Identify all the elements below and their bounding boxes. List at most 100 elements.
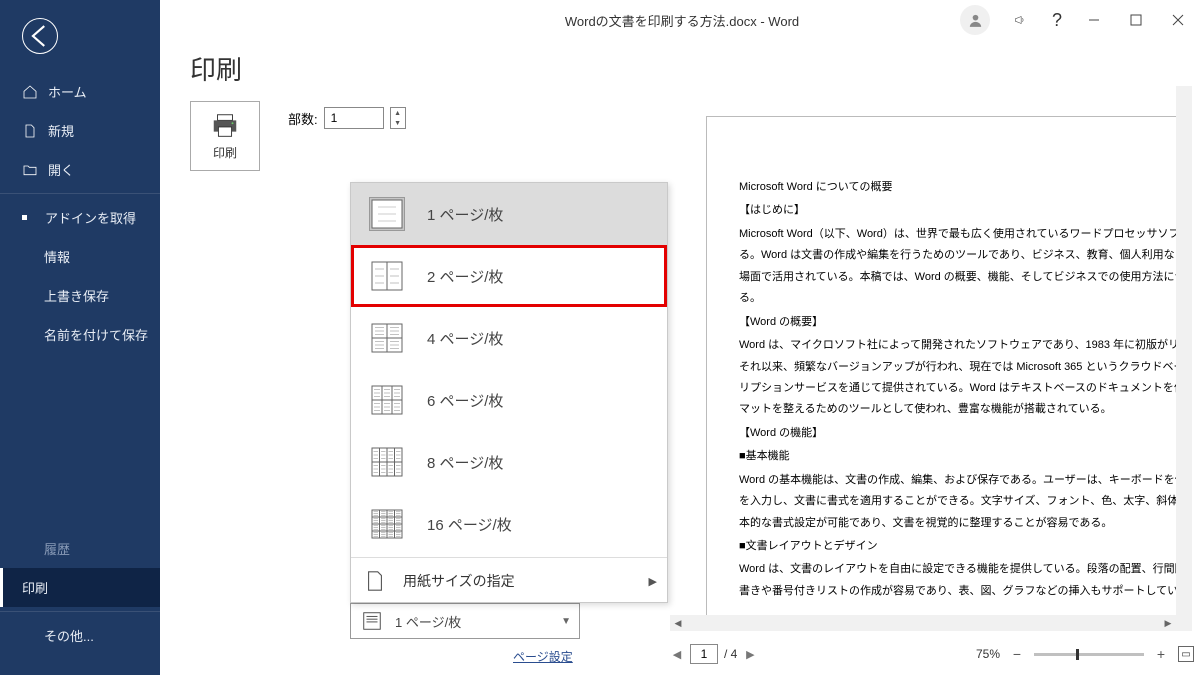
sidebar-item-save[interactable]: 上書き保存	[0, 276, 160, 315]
sidebar-item-label: 情報	[44, 247, 70, 266]
spinner-up[interactable]: ▲	[391, 108, 405, 118]
total-pages-label: / 4	[724, 647, 737, 661]
doc-line: ■文書レイアウトとデザイン	[739, 536, 1192, 557]
backstage-sidebar: ホーム 新規 開く アドインを取得 情報 上書き保存 名前を付けて保存 履歴 印…	[0, 0, 160, 675]
help-button[interactable]: ?	[1042, 10, 1072, 31]
sidebar-item-more[interactable]: その他...	[0, 616, 160, 655]
print-button-label: 印刷	[213, 144, 237, 161]
page-nav: ◀ / 4 ▶	[670, 644, 757, 664]
pps-option-label: 6 ページ/枚	[427, 390, 503, 411]
prev-page-button[interactable]: ◀	[670, 647, 684, 661]
sidebar-item-label: 印刷	[22, 578, 48, 597]
spinner-down[interactable]: ▼	[391, 118, 405, 128]
pps-option-label: 1 ページ/枚	[427, 204, 503, 225]
sidebar-item-saveas[interactable]: 名前を付けて保存	[0, 315, 160, 354]
sidebar-item-label: 履歴	[44, 539, 70, 558]
pps-option-label: 4 ページ/枚	[427, 328, 503, 349]
back-button[interactable]	[22, 18, 58, 54]
print-preview: Microsoft Word についての概要【はじめに】Microsoft Wo…	[670, 86, 1192, 631]
folder-open-icon	[22, 162, 38, 178]
pages-grid-icon	[369, 259, 405, 293]
current-page-input[interactable]	[690, 644, 718, 664]
page-title: 印刷	[190, 50, 1204, 87]
copies-label: 部数:	[288, 109, 318, 128]
zoom-out-button[interactable]: −	[1010, 646, 1024, 662]
close-button[interactable]	[1158, 3, 1198, 37]
pps-option-1[interactable]: 1 ページ/枚	[351, 183, 667, 245]
pps-option-label: 8 ページ/枚	[427, 452, 503, 473]
doc-line: Word は、マイクロソフト社によって開発されたソフトウェアであり、1983 年…	[739, 335, 1192, 421]
chevron-right-icon: ▶	[649, 575, 657, 588]
scale-to-paper-label: 用紙サイズの指定	[403, 571, 515, 591]
chevron-down-icon: ▼	[561, 616, 571, 627]
sidebar-item-label: 新規	[48, 121, 74, 140]
pages-grid-icon	[369, 445, 405, 479]
pages-per-sheet-select[interactable]: 1 ページ/枚 ▼	[350, 603, 580, 639]
sidebar-item-label: 開く	[48, 160, 74, 179]
coming-soon-button[interactable]	[1000, 3, 1040, 37]
doc-line: Word の基本機能は、文書の作成、編集、および保存である。ユーザーは、キーボー…	[739, 470, 1192, 534]
main-area: Wordの文書を印刷する方法.docx - Word ? 印刷 印刷	[160, 0, 1204, 675]
doc-line: 【はじめに】	[739, 200, 1192, 221]
arrow-left-icon	[23, 19, 57, 53]
maximize-button[interactable]	[1116, 3, 1156, 37]
minimize-button[interactable]	[1074, 3, 1114, 37]
doc-line: Microsoft Word（以下、Word）は、世界で最も広く使用されているワ…	[739, 224, 1192, 310]
account-button[interactable]	[960, 5, 990, 35]
pages-grid-icon	[369, 383, 405, 417]
minimize-icon	[1087, 13, 1101, 27]
maximize-icon	[1129, 13, 1143, 27]
pps-option-6[interactable]: 16 ページ/枚	[351, 493, 667, 555]
title-bar: Wordの文書を印刷する方法.docx - Word ?	[160, 0, 1204, 40]
vertical-scrollbar[interactable]	[1176, 86, 1192, 631]
print-button[interactable]: 印刷	[190, 101, 260, 171]
pps-option-label: 16 ページ/枚	[427, 514, 512, 535]
scroll-left-arrow[interactable]: ◀	[670, 615, 686, 631]
pages-per-sheet-value: 1 ページ/枚	[395, 612, 461, 631]
horizontal-scrollbar[interactable]: ◀ ▶	[670, 615, 1176, 631]
sidebar-item-info[interactable]: 情報	[0, 237, 160, 276]
pps-option-label: 2 ページ/枚	[427, 266, 503, 287]
printer-icon	[210, 112, 240, 140]
scale-to-paper-size[interactable]: 用紙サイズの指定 ▶	[351, 560, 667, 602]
preview-page: Microsoft Word についての概要【はじめに】Microsoft Wo…	[706, 116, 1192, 623]
close-icon	[1171, 13, 1185, 27]
pps-option-5[interactable]: 8 ページ/枚	[351, 431, 667, 493]
sidebar-item-home[interactable]: ホーム	[0, 72, 160, 111]
pps-option-4[interactable]: 6 ページ/枚	[351, 369, 667, 431]
fit-to-window-button[interactable]: ▭	[1178, 646, 1194, 662]
doc-line: ■基本機能	[739, 446, 1192, 467]
doc-line: Word は、文書のレイアウトを自由に設定できる機能を提供している。段落の配置、…	[739, 559, 1192, 602]
sidebar-item-label: 上書き保存	[44, 286, 109, 305]
zoom-in-button[interactable]: +	[1154, 646, 1168, 662]
pages-grid-icon	[369, 321, 405, 355]
zoom-value: 75%	[976, 647, 1000, 661]
sidebar-item-history: 履歴	[0, 529, 160, 568]
sidebar-item-print[interactable]: 印刷	[0, 568, 160, 607]
next-page-button[interactable]: ▶	[743, 647, 757, 661]
user-icon	[967, 12, 984, 29]
new-file-icon	[22, 123, 38, 139]
page-setup-link[interactable]: ページ設定	[513, 648, 573, 665]
sidebar-item-new[interactable]: 新規	[0, 111, 160, 150]
pps-option-2[interactable]: 2 ページ/枚	[351, 245, 667, 307]
doc-line: 【Word の機能】	[739, 423, 1192, 444]
pages-grid-icon	[369, 197, 405, 231]
copies-spinner[interactable]: ▲ ▼	[390, 107, 406, 129]
zoom-controls: 75% − + ▭	[976, 646, 1194, 662]
sidebar-item-open[interactable]: 開く	[0, 150, 160, 189]
sidebar-item-label: アドインを取得	[45, 208, 136, 227]
sidebar-item-label: 名前を付けて保存	[44, 325, 148, 344]
scroll-right-arrow[interactable]: ▶	[1160, 615, 1176, 631]
pps-option-3[interactable]: 4 ページ/枚	[351, 307, 667, 369]
document-title: Wordの文書を印刷する方法.docx - Word	[565, 11, 799, 30]
doc-line: 【Word の概要】	[739, 312, 1192, 333]
copies-input[interactable]	[324, 107, 384, 129]
megaphone-icon	[1013, 13, 1027, 27]
zoom-slider[interactable]	[1034, 653, 1144, 656]
pages-grid-icon	[369, 507, 405, 541]
sidebar-item-label: その他...	[44, 626, 94, 645]
sidebar-item-addins[interactable]: アドインを取得	[0, 198, 160, 237]
pages-per-sheet-icon	[361, 610, 383, 632]
page-icon	[365, 570, 385, 592]
